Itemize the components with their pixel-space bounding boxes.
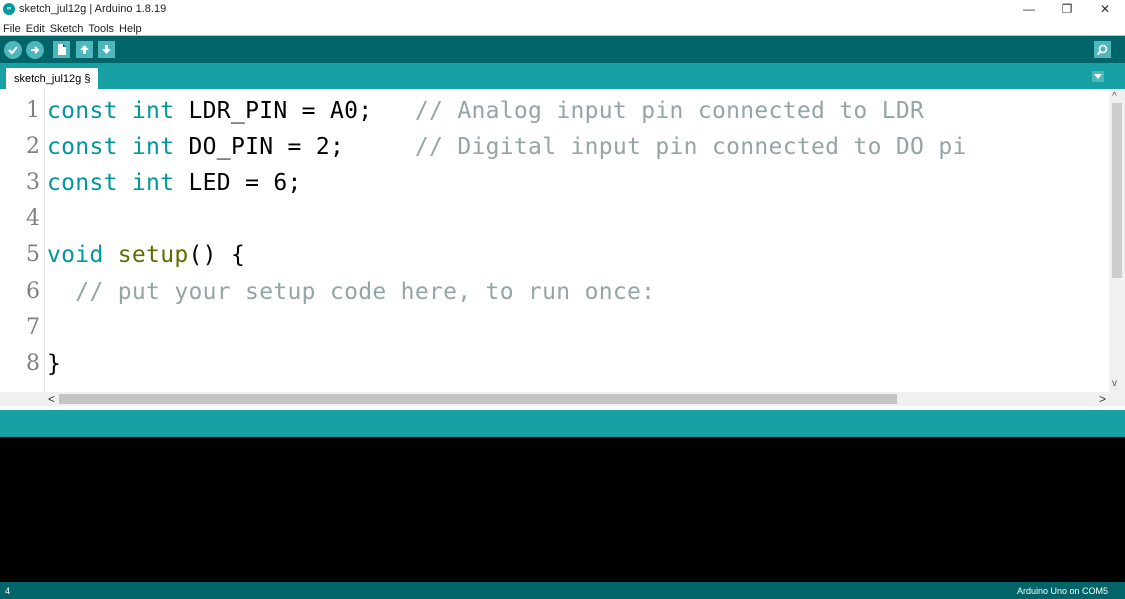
code-line: const int LDR_PIN = A0; // Analog input … (47, 93, 924, 129)
line-number: 7 (26, 315, 40, 340)
comment: // put your setup code here, to run once… (47, 279, 656, 305)
arduino-logo-icon: ∞ (3, 3, 15, 15)
gutter-divider (44, 89, 45, 392)
vertical-scrollbar[interactable]: ^ v (1109, 89, 1125, 392)
comment: // Digital input pin connected to DO pi (414, 134, 967, 160)
tab-sketch[interactable]: sketch_jul12g § (6, 68, 99, 89)
line-number-gutter: 1 2 3 4 5 6 7 8 (0, 89, 44, 392)
window-title: sketch_jul12g | Arduino 1.8.19 (19, 3, 167, 15)
maximize-button[interactable]: ❐ (1048, 0, 1086, 19)
magnifier-icon (1096, 44, 1108, 56)
line-number: 2 (26, 134, 40, 159)
line-number: 5 (26, 242, 40, 267)
toolbar (0, 36, 1125, 63)
scroll-up-arrow[interactable]: ^ (1112, 91, 1117, 102)
code-line: // put your setup code here, to run once… (47, 274, 655, 310)
upload-button[interactable] (26, 41, 44, 59)
line-number: 4 (26, 206, 40, 231)
scroll-right-arrow[interactable]: > (1099, 392, 1106, 406)
console-output[interactable] (0, 437, 1125, 582)
message-area (0, 406, 1125, 437)
line-number: 8 (26, 351, 40, 376)
minimize-button[interactable]: — (1010, 0, 1048, 19)
keyword: int (131, 170, 175, 196)
close-button[interactable]: ✕ (1086, 0, 1124, 19)
open-sketch-button[interactable] (76, 41, 93, 58)
code-text: () { (188, 242, 246, 268)
title-bar: ∞ sketch_jul12g | Arduino 1.8.19 — ❐ ✕ (0, 0, 1125, 19)
code-editor[interactable]: 1 2 3 4 5 6 7 8 const int LDR_PIN = A0; … (0, 89, 1125, 392)
code-line: } (47, 346, 61, 382)
horizontal-scrollbar[interactable]: < > (44, 392, 1125, 406)
arrow-up-icon (80, 45, 89, 54)
scroll-down-arrow[interactable]: v (1112, 378, 1117, 389)
horizontal-scroll-thumb[interactable] (59, 394, 897, 404)
line-number: 6 (26, 279, 40, 304)
code-text: LED = 6; (174, 170, 302, 196)
editor-console-divider[interactable] (0, 406, 1125, 410)
function-name: setup (117, 242, 189, 268)
status-line-number: 4 (5, 586, 11, 596)
keyword: const (47, 98, 118, 124)
keyword: const (47, 134, 118, 160)
vertical-scroll-thumb[interactable] (1112, 103, 1122, 278)
serial-monitor-button[interactable] (1094, 41, 1111, 58)
code-text: DO_PIN = 2; (174, 134, 415, 160)
code-line: const int DO_PIN = 2; // Digital input p… (47, 129, 967, 165)
code-text: LDR_PIN = A0; (174, 98, 415, 124)
verify-button[interactable] (4, 41, 22, 59)
chevron-down-icon (1094, 74, 1102, 79)
code-text: } (47, 351, 62, 377)
new-file-icon (58, 44, 66, 55)
tab-menu-button[interactable] (1092, 71, 1104, 82)
comment: // Analog input pin connected to LDR (414, 98, 925, 124)
keyword: int (131, 98, 175, 124)
line-number: 3 (26, 170, 40, 195)
save-sketch-button[interactable] (98, 41, 115, 58)
code-line: const int LED = 6; (47, 165, 302, 201)
tab-strip: sketch_jul12g § (0, 63, 1125, 89)
line-number: 1 (26, 98, 40, 123)
keyword: int (131, 134, 175, 160)
new-sketch-button[interactable] (53, 41, 70, 58)
keyword: const (47, 170, 118, 196)
scrollbar-corner (0, 392, 44, 406)
keyword: void (47, 242, 104, 268)
menu-bar: File Edit Sketch Tools Help (0, 19, 1125, 35)
status-board-port: Arduino Uno on COM5 (1016, 586, 1108, 596)
arrow-down-icon (102, 45, 111, 54)
check-icon (8, 46, 18, 55)
code-line: void setup() { (47, 237, 245, 273)
arrow-right-icon (31, 46, 40, 54)
scroll-left-arrow[interactable]: < (48, 392, 55, 406)
status-bar: 4 Arduino Uno on COM5 (0, 582, 1125, 599)
